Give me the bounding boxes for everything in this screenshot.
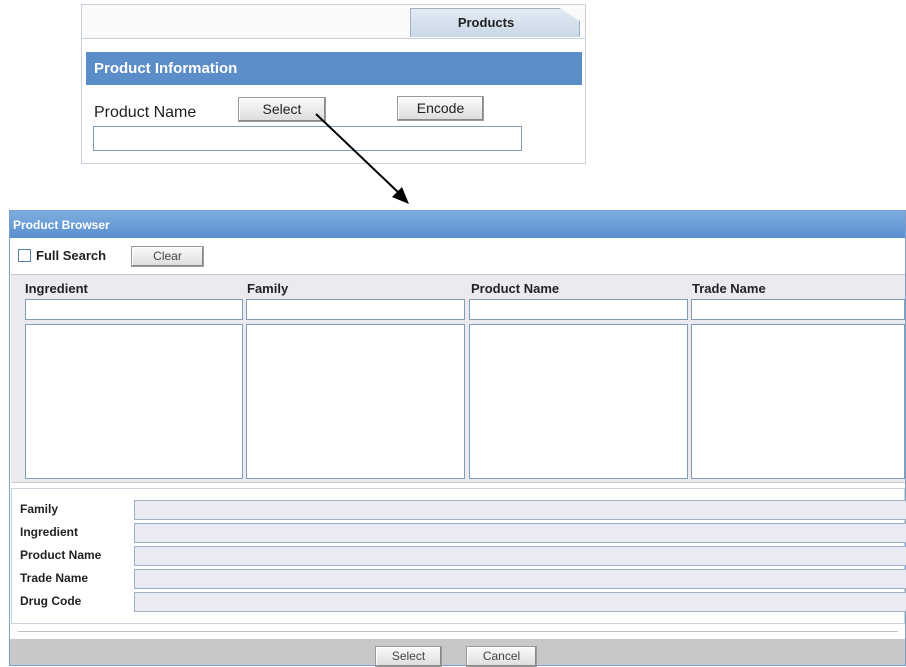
detail-label-product-name: Product Name [20, 548, 102, 562]
detail-field-ingredient [134, 523, 906, 543]
family-list[interactable] [246, 324, 465, 479]
column-header-ingredient: Ingredient [25, 281, 88, 296]
product-form-panel: Products Product Information Product Nam… [81, 4, 586, 164]
encode-button[interactable]: Encode [397, 96, 484, 121]
column-header-product-name: Product Name [471, 281, 560, 296]
trade-name-search-input[interactable] [691, 299, 905, 320]
arrow-head [392, 187, 409, 204]
dialog-title: Product Browser [10, 211, 905, 238]
tab-products-label: Products [457, 15, 515, 30]
clear-button[interactable]: Clear [131, 246, 204, 267]
detail-field-trade-name [134, 569, 906, 589]
details-panel: Family Ingredient Product Name Trade Nam… [11, 488, 906, 624]
select-button[interactable]: Select [238, 97, 326, 122]
tab-strip: Products [82, 5, 585, 39]
dialog-cancel-button[interactable]: Cancel [466, 646, 537, 667]
full-search-label: Full Search [36, 248, 107, 263]
search-grid: Ingredient Family Product Name Trade Nam… [11, 274, 905, 483]
full-search-checkbox[interactable] [18, 249, 31, 262]
column-header-family: Family [247, 281, 289, 296]
detail-field-family [134, 500, 906, 520]
product-name-label: Product Name [94, 104, 197, 121]
detail-label-family: Family [20, 502, 59, 516]
dialog-footer [10, 639, 905, 665]
ingredient-search-input[interactable] [25, 299, 243, 320]
detail-label-trade-name: Trade Name [20, 571, 89, 585]
trade-name-list[interactable] [691, 324, 905, 479]
column-header-trade-name: Trade Name [692, 281, 766, 296]
product-browser-dialog: Product Browser Full Search Clear Ingred… [9, 210, 906, 667]
section-header-product-information: Product Information [86, 52, 582, 85]
product-name-input[interactable] [93, 126, 522, 151]
tab-products[interactable]: Products [410, 8, 580, 37]
detail-label-ingredient: Ingredient [20, 525, 79, 539]
detail-label-drug-code: Drug Code [20, 594, 82, 608]
product-name-search-input[interactable] [469, 299, 688, 320]
family-search-input[interactable] [246, 299, 465, 320]
dialog-select-button[interactable]: Select [375, 646, 442, 667]
ingredient-list[interactable] [25, 324, 243, 479]
detail-field-product-name [134, 546, 906, 566]
product-name-list[interactable] [469, 324, 688, 479]
footer-divider [18, 631, 898, 632]
detail-field-drug-code [134, 592, 906, 612]
